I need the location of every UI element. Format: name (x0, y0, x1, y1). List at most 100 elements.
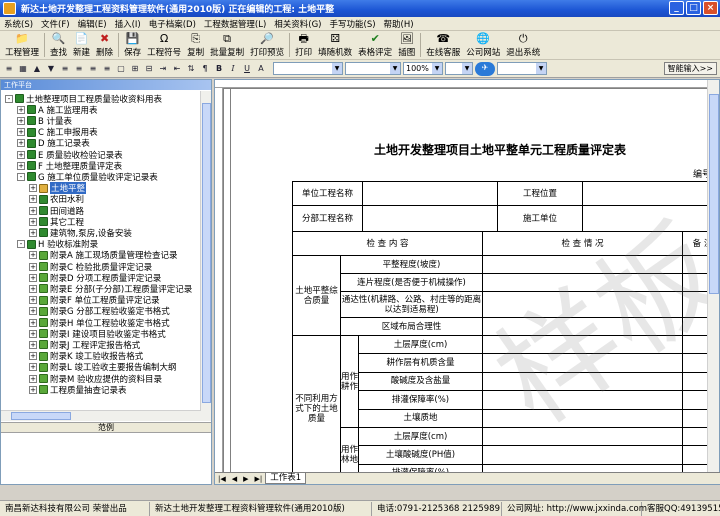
maximize-button[interactable]: □ (686, 1, 701, 15)
expand-icon[interactable]: + (29, 228, 37, 237)
inspect-item-value[interactable] (482, 390, 682, 409)
underline-button[interactable]: U (241, 63, 253, 75)
toolbar-button-15[interactable]: ⏻ 退出系统 (503, 31, 543, 59)
expand-icon[interactable]: + (29, 284, 37, 293)
align-center-icon[interactable]: ≡ (73, 63, 85, 75)
expand-icon[interactable]: + (29, 273, 37, 282)
expand-icon[interactable]: + (29, 352, 37, 361)
collapse-icon[interactable]: - (17, 240, 25, 249)
format-icon[interactable]: ¶ (199, 63, 211, 75)
tree-item[interactable]: + 其它工程 (29, 216, 84, 228)
split-icon[interactable]: ⊟ (143, 63, 155, 75)
toolbar-button-3[interactable]: ✖ 删除 (93, 31, 116, 59)
tree-item[interactable]: + 附录G 分部工程验收鉴定书格式 (29, 306, 170, 317)
remark-cell[interactable] (682, 390, 709, 409)
remark-cell[interactable] (682, 291, 709, 317)
inspect-item-value[interactable] (482, 427, 682, 446)
expand-icon[interactable]: + (17, 128, 25, 137)
remark-cell[interactable] (682, 408, 709, 427)
document-page[interactable]: 土地开发整理项目土地平整单元工程质量评定表 编号: 单位工程名称 工程位置 分部… (224, 89, 709, 481)
tree-item[interactable]: + 附录I 建设项目验收鉴定书格式 (29, 328, 166, 340)
menu-item-7[interactable]: 手写功能(S) (326, 18, 380, 30)
toolbar-button-13[interactable]: ☎ 在线客服 (423, 31, 463, 59)
tree-item[interactable]: + 附录L 竣工验收主要报告编制大纲 (29, 362, 176, 373)
expand-icon[interactable]: + (29, 340, 37, 349)
align-right-icon[interactable]: ≡ (87, 63, 99, 75)
tree-item[interactable]: + 农田水利 (29, 194, 84, 205)
toolbar-button-11[interactable]: ✔ 表格评定 (355, 31, 395, 59)
bold-button[interactable]: B (213, 63, 225, 75)
collapse-icon[interactable]: - (5, 94, 13, 103)
tree-item[interactable]: + C 施工申报用表 (17, 127, 98, 138)
expand-icon[interactable]: + (29, 385, 37, 394)
toolbar-button-4[interactable]: 💾 保存 (121, 31, 144, 59)
tree-item[interactable]: + 田间道路 (29, 205, 84, 217)
first-sheet-icon[interactable]: |◀ (215, 475, 229, 483)
expand-icon[interactable]: + (29, 262, 37, 271)
font-name-select[interactable]: ▼ (273, 62, 343, 75)
menu-item-8[interactable]: 帮助(H) (380, 18, 418, 30)
tree-item[interactable]: + 附录A 施工现场质量管理检查记录 (29, 250, 178, 261)
toolbar-button-14[interactable]: 🌐 公司网站 (463, 31, 503, 59)
align-left-icon[interactable]: ≡ (59, 63, 71, 75)
font-size-select[interactable]: ▼ (345, 62, 401, 75)
tree-item[interactable]: + 土地平整 (29, 182, 87, 195)
inspect-item-value[interactable] (482, 353, 682, 372)
toolbar-button-8[interactable]: 🔎 打印预览 (247, 31, 287, 59)
menu-item-4[interactable]: 电子档案(D) (145, 18, 200, 30)
tree-item[interactable]: + 附录F 单位工程质量评定记录 (29, 295, 160, 306)
italic-button[interactable]: I (227, 63, 239, 75)
inspect-item-value[interactable] (482, 255, 682, 273)
toolbar-button-5[interactable]: Ω 工程符号 (144, 31, 184, 59)
toolbar-button-7[interactable]: ⧉ 批量复制 (207, 31, 247, 59)
inspect-item-value[interactable] (482, 335, 682, 354)
tree-item[interactable]: - H 验收标准附录 (17, 239, 98, 250)
expand-icon[interactable]: + (17, 105, 25, 114)
inspect-item-value[interactable] (482, 445, 682, 464)
tree-item[interactable]: + 附录H 单位工程验收鉴定书格式 (29, 317, 170, 329)
menu-item-3[interactable]: 插入(I) (111, 18, 145, 30)
grid-icon[interactable]: ▦ (17, 63, 29, 75)
menu-item-1[interactable]: 文件(F) (37, 18, 74, 30)
remark-cell[interactable] (682, 335, 709, 354)
tree-item[interactable]: + B 计量表 (17, 115, 72, 127)
close-button[interactable]: × (703, 1, 718, 15)
menu-item-0[interactable]: 系统(S) (0, 18, 37, 30)
expand-icon[interactable]: + (29, 307, 37, 316)
menu-item-2[interactable]: 编辑(E) (74, 18, 111, 30)
sub-project-value[interactable] (362, 205, 497, 231)
align-left-icon[interactable]: ≡ (3, 63, 15, 75)
zoom-select[interactable]: 100% ▼ (403, 62, 443, 75)
inspect-item-value[interactable] (482, 291, 682, 317)
smart-input-button[interactable]: 智能输入>> (663, 62, 717, 75)
expand-icon[interactable]: + (29, 251, 37, 260)
tree-item[interactable]: - G 施工单位质量验收评定记录表 (17, 171, 158, 183)
indent-icon[interactable]: ⇥ (157, 63, 169, 75)
toolbar-button-10[interactable]: ⚄ 填随机数 (315, 31, 355, 59)
minimize-button[interactable]: _ (669, 1, 684, 15)
collapse-icon[interactable]: - (17, 172, 25, 181)
tree-item[interactable]: + 工程质量抽查记录表 (29, 384, 127, 396)
prev-sheet-icon[interactable]: ◀ (229, 475, 240, 483)
expand-icon[interactable]: + (17, 139, 25, 148)
expand-icon[interactable]: + (29, 318, 37, 327)
remark-cell[interactable] (682, 317, 709, 335)
menu-item-5[interactable]: 工程数据管理(L) (200, 18, 270, 30)
tree-item[interactable]: + D 施工记录表 (17, 138, 90, 149)
tree-horizontal-scrollbar[interactable] (1, 410, 201, 421)
remark-cell[interactable] (682, 427, 709, 446)
remark-cell[interactable] (682, 445, 709, 464)
sheet-tab[interactable]: 工作表1 (265, 473, 307, 484)
arrow-up-icon[interactable]: ▲ (31, 63, 43, 75)
remark-cell[interactable] (682, 273, 709, 291)
inspect-item-value[interactable] (482, 317, 682, 335)
inspect-item-value[interactable] (482, 408, 682, 427)
tree-item[interactable]: + 附录E 分部(子分部)工程质量评定记录 (29, 283, 192, 295)
toolbar-button-9[interactable]: 🖶 打印 (292, 31, 315, 59)
tree-item[interactable]: + 附录K 竣工验收报告格式 (29, 351, 143, 362)
next-sheet-icon[interactable]: ▶ (240, 475, 251, 483)
expand-icon[interactable]: + (17, 150, 25, 159)
expand-icon[interactable]: + (17, 161, 25, 170)
justify-icon[interactable]: ≡ (101, 63, 113, 75)
inspect-item-value[interactable] (482, 273, 682, 291)
